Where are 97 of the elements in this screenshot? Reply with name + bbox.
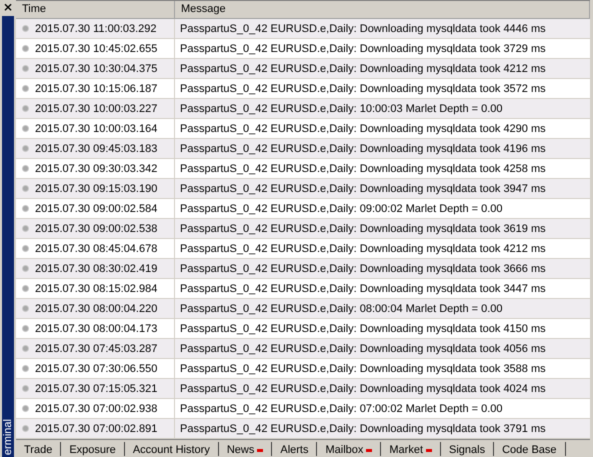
time-cell: 2015.07.30 07:00:02.938 bbox=[35, 402, 158, 414]
log-row[interactable]: 2015.07.30 10:45:02.655 PasspartuS_0_42 EURUSD.e,Daily: Downloading mysqldata took 3729 ms bbox=[16, 39, 590, 59]
status-dot-icon bbox=[22, 165, 29, 172]
terminal-tab[interactable]: Mailbox bbox=[317, 442, 382, 456]
log-row[interactable]: 2015.07.30 08:45:04.678 PasspartuS_0_42 EURUSD.e,Daily: Downloading mysqldata took 4212 ms bbox=[16, 239, 590, 259]
close-button[interactable]: × bbox=[2, 1, 14, 13]
terminal-tab[interactable]: Exposure bbox=[61, 442, 125, 456]
message-cell: PasspartuS_0_42 EURUSD.e,Daily: Downloading mysqldata took 3666 ms bbox=[180, 262, 546, 274]
message-cell: PasspartuS_0_42 EURUSD.e,Daily: Downloading mysqldata took 3447 ms bbox=[180, 282, 546, 294]
column-header[interactable]: Message bbox=[175, 1, 590, 19]
log-row[interactable]: 2015.07.30 09:15:03.190 PasspartuS_0_42 EURUSD.e,Daily: Downloading mysqldata took 3947 ms bbox=[16, 179, 590, 199]
terminal-tab[interactable]: Market bbox=[381, 442, 442, 456]
log-row[interactable]: 2015.07.30 07:30:06.550 PasspartuS_0_42 EURUSD.e,Daily: Downloading mysqldata took 3588 ms bbox=[16, 359, 590, 379]
terminal-label: erminal bbox=[2, 418, 14, 457]
status-dot-icon bbox=[22, 285, 29, 292]
status-dot-icon bbox=[22, 45, 29, 52]
message-cell: PasspartuS_0_42 EURUSD.e,Daily: Downloading mysqldata took 3588 ms bbox=[180, 362, 546, 374]
log-row[interactable]: 2015.07.30 07:00:02.938 PasspartuS_0_42 EURUSD.e,Daily: 07:00:02 Marlet Depth = 0.00 bbox=[16, 399, 590, 419]
time-cell: 2015.07.30 10:00:03.227 bbox=[35, 102, 158, 114]
message-cell: PasspartuS_0_42 EURUSD.e,Daily: Downloading mysqldata took 4196 ms bbox=[180, 142, 546, 154]
time-cell: 2015.07.30 09:15:03.190 bbox=[35, 182, 158, 194]
time-cell: 2015.07.30 08:30:02.419 bbox=[35, 262, 158, 274]
status-dot-icon bbox=[22, 425, 29, 432]
message-cell: PasspartuS_0_42 EURUSD.e,Daily: Downloading mysqldata took 3947 ms bbox=[180, 182, 546, 194]
time-cell: 2015.07.30 10:00:03.164 bbox=[35, 122, 158, 134]
log-row[interactable]: 2015.07.30 08:00:04.220 PasspartuS_0_42 EURUSD.e,Daily: 08:00:04 Marlet Depth = 0.00 bbox=[16, 299, 590, 319]
terminal-tab[interactable]: Trade bbox=[16, 442, 62, 456]
message-cell: PasspartuS_0_42 EURUSD.e,Daily: Downloading mysqldata took 3791 ms bbox=[180, 422, 546, 434]
status-dot-icon bbox=[22, 185, 29, 192]
time-cell: 2015.07.30 10:15:06.187 bbox=[35, 82, 158, 94]
status-dot-icon bbox=[22, 405, 29, 412]
terminal-tab[interactable]: Account History bbox=[124, 442, 219, 456]
log-row[interactable]: 2015.07.30 10:00:03.227 PasspartuS_0_42 EURUSD.e,Daily: 10:00:03 Marlet Depth = 0.00 bbox=[16, 99, 590, 119]
log-row[interactable]: 2015.07.30 10:00:03.164 PasspartuS_0_42 EURUSD.e,Daily: Downloading mysqldata took 4290 ms bbox=[16, 119, 590, 139]
message-cell: PasspartuS_0_42 EURUSD.e,Daily: Downloading mysqldata took 3572 ms bbox=[180, 82, 546, 94]
time-cell: 2015.07.30 07:30:06.550 bbox=[35, 362, 158, 374]
log-row[interactable]: 2015.07.30 10:15:06.187 PasspartuS_0_42 EURUSD.e,Daily: Downloading mysqldata took 3572 ms bbox=[16, 79, 590, 99]
time-cell: 2015.07.30 11:00:03.292 bbox=[35, 22, 157, 34]
terminal-tab[interactable]: Alerts bbox=[272, 442, 318, 456]
message-cell: PasspartuS_0_42 EURUSD.e,Daily: Downloading mysqldata took 3619 ms bbox=[180, 222, 546, 234]
terminal-tab[interactable]: Signals bbox=[441, 442, 494, 456]
message-cell: PasspartuS_0_42 EURUSD.e,Daily: 07:00:02 Marlet Depth = 0.00 bbox=[180, 402, 503, 414]
log-row[interactable]: 2015.07.30 08:30:02.419 PasspartuS_0_42 EURUSD.e,Daily: Downloading mysqldata took 3666 ms bbox=[16, 259, 590, 279]
log-row[interactable]: 2015.07.30 07:45:03.287 PasspartuS_0_42 EURUSD.e,Daily: Downloading mysqldata took 4056 ms bbox=[16, 339, 590, 359]
message-cell: PasspartuS_0_42 EURUSD.e,Daily: Downloading mysqldata took 4446 ms bbox=[180, 22, 546, 34]
status-dot-icon bbox=[22, 245, 29, 252]
message-cell: PasspartuS_0_42 EURUSD.e,Daily: Downloading mysqldata took 4290 ms bbox=[180, 122, 546, 134]
time-cell: 2015.07.30 07:45:03.287 bbox=[35, 342, 158, 354]
time-cell: 2015.07.30 09:00:02.584 bbox=[35, 202, 158, 214]
time-cell: 2015.07.30 09:00:02.538 bbox=[35, 222, 158, 234]
message-cell: PasspartuS_0_42 EURUSD.e,Daily: 08:00:04 Marlet Depth = 0.00 bbox=[180, 302, 503, 314]
log-row[interactable]: 2015.07.30 11:00:03.292 PasspartuS_0_42 EURUSD.e,Daily: Downloading mysqldata took 4446 ms bbox=[16, 19, 590, 39]
time-cell: 2015.07.30 08:45:04.678 bbox=[35, 242, 158, 254]
time-cell: 2015.07.30 08:00:04.220 bbox=[35, 302, 158, 314]
message-cell: PasspartuS_0_42 EURUSD.e,Daily: Downloading mysqldata took 4024 ms bbox=[180, 382, 546, 394]
time-cell: 2015.07.30 10:30:04.375 bbox=[35, 62, 158, 74]
status-dot-icon bbox=[22, 25, 29, 32]
status-dot-icon bbox=[22, 105, 29, 112]
log-row[interactable]: 2015.07.30 08:15:02.984 PasspartuS_0_42 EURUSD.e,Daily: Downloading mysqldata took 3447 ms bbox=[16, 279, 590, 299]
log-row[interactable]: 2015.07.30 09:00:02.538 PasspartuS_0_42 EURUSD.e,Daily: Downloading mysqldata took 3619 ms bbox=[16, 219, 590, 239]
message-cell: PasspartuS_0_42 EURUSD.e,Daily: 10:00:03 Marlet Depth = 0.00 bbox=[180, 102, 503, 114]
status-dot-icon bbox=[22, 385, 29, 392]
log-row[interactable]: 2015.07.30 08:00:04.173 PasspartuS_0_42 EURUSD.e,Daily: Downloading mysqldata took 4150 ms bbox=[16, 319, 590, 339]
status-dot-icon bbox=[22, 125, 29, 132]
status-dot-icon bbox=[22, 205, 29, 212]
log-row[interactable]: 2015.07.30 07:15:05.321 PasspartuS_0_42 EURUSD.e,Daily: Downloading mysqldata took 4024 ms bbox=[16, 379, 590, 399]
log-row[interactable]: 2015.07.30 09:30:03.342 PasspartuS_0_42 EURUSD.e,Daily: Downloading mysqldata took 4258 ms bbox=[16, 159, 590, 179]
column-header[interactable]: Time bbox=[16, 1, 175, 19]
time-cell: 2015.07.30 08:00:04.173 bbox=[35, 322, 158, 334]
log-row[interactable]: 2015.07.30 07:00:02.891 PasspartuS_0_42 EURUSD.e,Daily: Downloading mysqldata took 3791 ms bbox=[16, 419, 590, 439]
status-dot-icon bbox=[22, 225, 29, 232]
time-cell: 2015.07.30 09:45:03.183 bbox=[35, 142, 158, 154]
status-dot-icon bbox=[22, 145, 29, 152]
message-cell: PasspartuS_0_42 EURUSD.e,Daily: Downloading mysqldata took 4212 ms bbox=[180, 62, 546, 74]
log-row[interactable]: 2015.07.30 10:30:04.375 PasspartuS_0_42 EURUSD.e,Daily: Downloading mysqldata took 4212 ms bbox=[16, 59, 590, 79]
terminal-tab[interactable]: News bbox=[218, 442, 272, 456]
message-cell: PasspartuS_0_42 EURUSD.e,Daily: Downloading mysqldata took 4056 ms bbox=[180, 342, 546, 354]
log-row[interactable]: 2015.07.30 09:45:03.183 PasspartuS_0_42 EURUSD.e,Daily: Downloading mysqldata took 4196 ms bbox=[16, 139, 590, 159]
time-cell: 2015.07.30 08:15:02.984 bbox=[35, 282, 158, 294]
time-cell: 2015.07.30 07:00:02.891 bbox=[35, 422, 158, 434]
message-cell: PasspartuS_0_42 EURUSD.e,Daily: Downloading mysqldata took 4150 ms bbox=[180, 322, 546, 334]
status-dot-icon bbox=[22, 65, 29, 72]
time-cell: 2015.07.30 09:30:03.342 bbox=[35, 162, 158, 174]
message-cell: PasspartuS_0_42 EURUSD.e,Daily: 09:00:02 Marlet Depth = 0.00 bbox=[180, 202, 503, 214]
status-dot-icon bbox=[22, 305, 29, 312]
terminal-tab[interactable]: Code Base bbox=[494, 442, 566, 456]
status-dot-icon bbox=[22, 365, 29, 372]
status-dot-icon bbox=[22, 325, 29, 332]
message-cell: PasspartuS_0_42 EURUSD.e,Daily: Downloading mysqldata took 4258 ms bbox=[180, 162, 546, 174]
message-cell: PasspartuS_0_42 EURUSD.e,Daily: Downloading mysqldata took 3729 ms bbox=[180, 42, 546, 54]
time-cell: 2015.07.30 07:15:05.321 bbox=[35, 382, 158, 394]
log-row[interactable]: 2015.07.30 09:00:02.584 PasspartuS_0_42 EURUSD.e,Daily: 09:00:02 Marlet Depth = 0.00 bbox=[16, 199, 590, 219]
time-cell: 2015.07.30 10:45:02.655 bbox=[35, 42, 158, 54]
message-cell: PasspartuS_0_42 EURUSD.e,Daily: Downloading mysqldata took 4212 ms bbox=[180, 242, 546, 254]
status-dot-icon bbox=[22, 265, 29, 272]
status-dot-icon bbox=[22, 85, 29, 92]
status-dot-icon bbox=[22, 345, 29, 352]
